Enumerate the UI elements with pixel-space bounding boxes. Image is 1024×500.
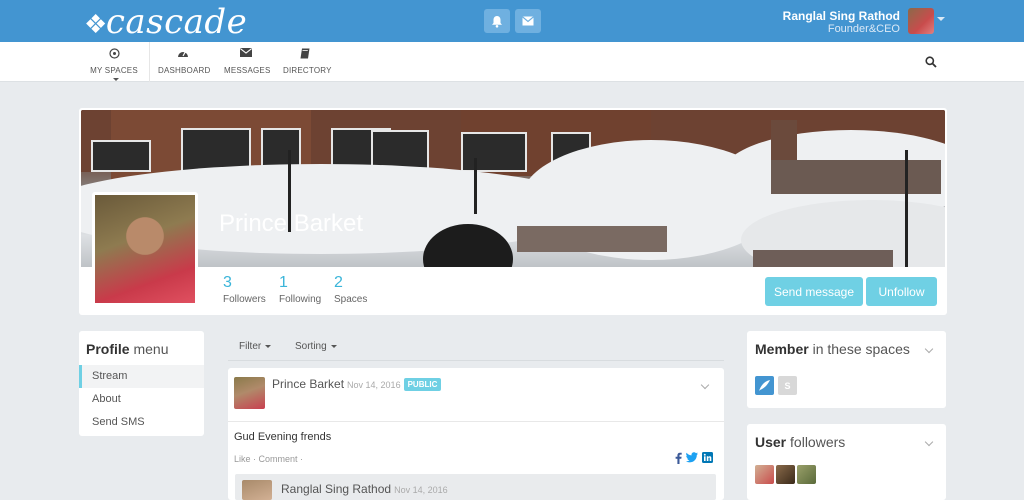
nav-divider (149, 42, 150, 82)
user-name: Ranglal Sing Rathod (782, 9, 900, 23)
followers-stat[interactable]: 3 Followers (223, 273, 266, 307)
chevron-down-icon[interactable] (924, 437, 934, 447)
nav-my-spaces[interactable]: MY SPACES (88, 48, 140, 84)
main-nav: MY SPACES DASHBOARD MESSAGES DIRECTORY (0, 42, 1024, 82)
target-icon (88, 48, 140, 62)
twitter-icon[interactable] (686, 452, 698, 463)
post-header: Prince Barket Nov 14, 2016 PUBLIC (272, 377, 442, 391)
bell-icon (492, 15, 502, 28)
envelope-icon (522, 16, 534, 26)
stream-filter-bar: Filter Sorting (228, 333, 724, 361)
comment-author-avatar[interactable] (242, 480, 272, 500)
post-actions: Like · Comment · (234, 454, 304, 464)
caret-down-icon (113, 78, 119, 82)
follower-avatar[interactable] (755, 465, 774, 484)
user-avatar[interactable] (908, 8, 934, 34)
share-icons (674, 452, 713, 464)
search-button[interactable] (925, 55, 937, 73)
like-link[interactable]: Like (234, 454, 251, 464)
visibility-badge: PUBLIC (403, 378, 442, 391)
caret-down-icon (330, 344, 337, 348)
member-spaces-title: Member in these spaces (755, 341, 910, 357)
post-author-name[interactable]: Prince Barket (272, 377, 344, 391)
following-stat[interactable]: 1 Following (279, 273, 321, 307)
space-cascade[interactable] (755, 376, 774, 395)
member-spaces-panel: Member in these spaces S (747, 331, 946, 408)
user-followers-panel: User followers (747, 424, 946, 500)
book-icon (283, 48, 327, 62)
nav-directory[interactable]: DIRECTORY (283, 48, 331, 75)
comment-header: Ranglal Sing Rathod Nov 14, 2016 (281, 482, 448, 496)
caret-down-icon (265, 344, 272, 348)
follower-avatar[interactable] (776, 465, 795, 484)
stream-post: Prince Barket Nov 14, 2016 PUBLIC Gud Even… (228, 368, 724, 500)
filter-dropdown[interactable]: Filter (239, 341, 272, 352)
comment-author-name[interactable]: Ranglal Sing Rathod (281, 482, 391, 496)
nav-dashboard[interactable]: DASHBOARD (158, 48, 210, 75)
profile-name: Prince Barket (219, 210, 364, 237)
comment-item: Ranglal Sing Rathod Nov 14, 2016 (235, 474, 716, 500)
comment-link[interactable]: Comment (259, 454, 298, 464)
messages-button[interactable] (515, 9, 541, 33)
post-divider (228, 421, 724, 422)
logo-text: cascade (105, 2, 248, 42)
menu-item-send-sms[interactable]: Send SMS (79, 411, 204, 434)
chevron-down-icon[interactable] (924, 344, 934, 354)
spaces-stat[interactable]: 2 Spaces (334, 273, 367, 307)
menu-item-about[interactable]: About (79, 388, 204, 411)
follower-avatar[interactable] (797, 465, 816, 484)
user-followers-title: User followers (755, 434, 846, 450)
search-icon (925, 56, 937, 68)
profile-header: Prince Barket 3 Followers 1 Following 2 … (79, 108, 947, 315)
notifications-button[interactable] (484, 9, 510, 33)
brand-logo[interactable]: ❖cascade (84, 2, 247, 42)
envelope-icon (224, 48, 268, 62)
profile-banner-image: Prince Barket (81, 110, 945, 267)
nav-messages[interactable]: MESSAGES (224, 48, 270, 75)
send-message-button[interactable]: Send message (765, 277, 863, 306)
comment-date: Nov 14, 2016 (394, 485, 448, 495)
space-s[interactable]: S (778, 376, 797, 395)
profile-menu-title: Profile menu (86, 341, 169, 357)
post-date: Nov 14, 2016 (347, 380, 401, 390)
facebook-icon[interactable] (674, 452, 682, 464)
caret-down-icon[interactable] (937, 17, 945, 21)
profile-avatar[interactable] (92, 192, 198, 306)
unfollow-button[interactable]: Unfollow (866, 277, 937, 306)
post-text: Gud Evening frends (234, 431, 332, 443)
menu-item-stream[interactable]: Stream (79, 365, 204, 388)
feather-icon: ❖ (84, 10, 108, 40)
feather-icon (759, 380, 770, 391)
sorting-dropdown[interactable]: Sorting (295, 341, 337, 352)
profile-menu-panel: Profile menu Stream About Send SMS (79, 331, 204, 436)
post-options-chevron-icon[interactable] (700, 380, 710, 390)
user-menu[interactable]: Ranglal Sing Rathod Founder&CEO (783, 9, 900, 36)
post-author-avatar[interactable] (234, 377, 265, 409)
user-title: Founder&CEO (827, 23, 900, 35)
top-bar: ❖cascade Ranglal Sing Rathod Founder&CEO (0, 0, 1024, 42)
dashboard-icon (158, 48, 208, 62)
linkedin-icon[interactable] (702, 452, 713, 463)
